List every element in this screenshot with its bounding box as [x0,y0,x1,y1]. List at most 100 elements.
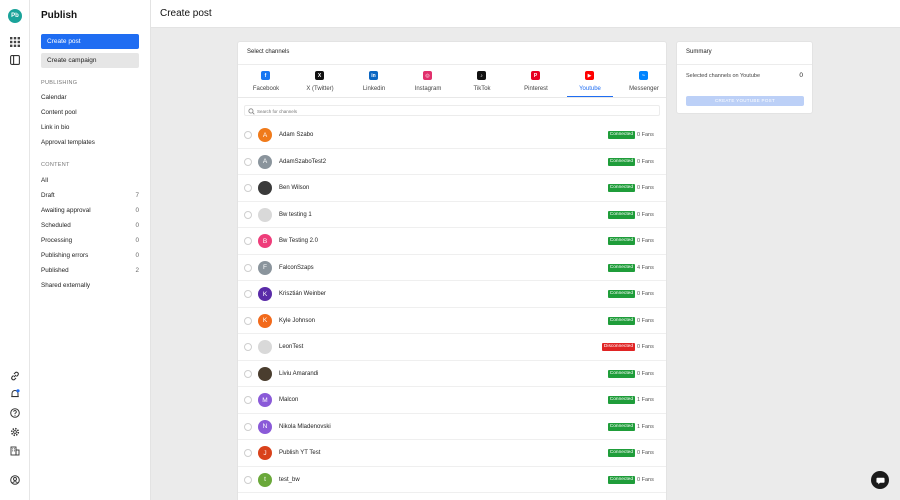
avatar: A [258,128,272,142]
building-icon[interactable] [9,445,21,457]
channel-name: Liviu Amarandi [279,370,319,377]
create-post-button[interactable]: Create post [41,34,139,49]
panel-icon[interactable] [9,54,21,66]
status-badge: Connected [607,237,635,245]
create-campaign-button[interactable]: Create campaign [41,53,139,68]
channel-row[interactable]: t test_bw Connected 0 Fans [238,467,666,493]
fan-count: 0 Fans [637,158,654,165]
channel-row[interactable]: A AdamSzaboTest2 Connected 0 Fans [238,149,666,175]
link-icon[interactable] [9,370,21,382]
account-icon[interactable] [9,474,21,486]
channel-row[interactable]: Liviu Amarandi Connected 0 Fans [238,361,666,387]
nav-item-publishing-errors[interactable]: Publishing errors 0 [41,252,139,259]
card-divider [238,64,666,65]
tab-messenger[interactable]: ~ Messenger [617,70,666,96]
channel-row[interactable]: LeonTest Disconnected 0 Fans [238,334,666,361]
channel-radio[interactable] [244,316,252,325]
avatar [258,181,272,195]
channel-row[interactable]: N Nikola Mladenovski Connected 1 Fans [238,414,666,440]
channel-radio[interactable] [244,396,252,404]
channel-name: Bw Testing 2.0 [279,238,318,244]
avatar [258,340,272,354]
channel-row[interactable]: Bw testing 1 Connected 0 Fans [238,202,666,228]
nav-item-awaiting-approval[interactable]: Awaiting approval 0 [41,207,139,214]
channel-row[interactable]: A Adam Szabo Connected 0 Fans [238,122,666,149]
fan-count: 1 Fans [637,397,654,403]
search-icon [248,107,255,115]
status-badge: Connected [607,210,635,219]
channel-name: Kyle Johnson [279,317,316,324]
channel-row[interactable]: M Malcon Connected 1 Fans [238,387,666,414]
notification-dot [16,389,20,393]
fan-count: 0 Fans [637,185,654,191]
avatar: B [258,234,272,248]
tab-facebook[interactable]: f Facebook [239,70,293,96]
channel-row[interactable]: B Bw Testing 2.0 Connected 0 Fans [238,228,666,255]
select-channels-title: Select channels [247,49,290,55]
bell-icon[interactable] [9,388,21,400]
channel-radio[interactable] [244,131,252,139]
gear-icon[interactable] [9,426,21,438]
channel-radio[interactable] [244,237,252,245]
channel-radio[interactable] [244,210,252,219]
avatar: M [258,393,272,407]
channel-radio[interactable] [244,157,252,166]
nav-item-link-in-bio[interactable]: Link in bio [41,124,139,131]
channel-row[interactable]: K Krisztián Weinber Connected 0 Fans [238,281,666,308]
channel-radio[interactable] [244,263,252,272]
nav-item-draft[interactable]: Draft 7 [41,192,139,199]
selected-channels-label: Selected channels on Youtube [686,73,761,79]
channel-name: Malcon [279,397,299,403]
avatar: F [258,260,272,275]
channel-row[interactable]: Ben Wilson Connected 0 Fans [238,175,666,202]
status-badge: Connected [607,157,635,166]
channel-list: A Adam Szabo Connected 0 Fans A AdamSzaboTest… [238,122,666,493]
search-input[interactable] [257,107,647,115]
channel-name: Bw testing 1 [279,211,312,218]
channel-row[interactable]: J Publish YT Test Connected 0 Fans [238,440,666,467]
nav-item-shared-externally[interactable]: Shared externally [41,282,139,289]
channel-row[interactable]: K Kyle Johnson Connected 0 Fans [238,308,666,334]
channel-radio[interactable] [244,290,252,298]
create-youtube-post-button[interactable]: CREATE YOUTUBE POST [686,96,804,106]
nav-item-published[interactable]: Published 2 [41,267,139,274]
tab-label: Instagram [414,86,442,92]
tab-label: Messenger [629,86,659,92]
status-badge: Connected [607,131,635,139]
nav-item-content-pool[interactable]: Content pool [41,109,139,116]
channel-name: AdamSzaboTest2 [279,158,327,165]
channel-radio[interactable] [244,449,252,457]
channel-radio[interactable] [244,369,252,378]
avatar: A [258,154,272,169]
nav-item-scheduled[interactable]: Scheduled 0 [41,222,139,229]
channel-radio[interactable] [244,475,252,484]
status-badge: Connected [607,316,635,325]
app-title: Publish [41,10,78,21]
status-badge: Disconnected [601,343,635,351]
channel-radio[interactable] [244,422,252,431]
select-channels-card: Select channels f Facebook X X (Twitter) in L… [237,41,667,500]
nav-item-approval-templates[interactable]: Approval templates [41,139,139,146]
channel-radio[interactable] [244,343,252,351]
tab-youtube[interactable]: ▶ Youtube [563,70,617,97]
messenger-icon: ~ [639,71,648,80]
tab-tiktok[interactable]: ♪ TikTok [455,70,509,96]
publish-logo[interactable]: Pb [8,9,22,23]
grid-icon[interactable] [9,36,21,48]
nav-item-processing[interactable]: Processing 0 [41,237,139,244]
channel-row[interactable]: F FalconSzaps Connected 4 Fans [238,255,666,281]
help-icon[interactable] [9,407,21,419]
awaiting-approval-count: 0 [135,207,139,214]
chat-button[interactable] [871,471,889,489]
avatar [258,207,272,222]
channel-search[interactable] [244,105,660,116]
tab-linkedin[interactable]: in Linkedin [347,70,401,96]
tab-x-twitter[interactable]: X X (Twitter) [293,70,347,96]
nav-item-all[interactable]: All [41,177,139,184]
tab-pinterest[interactable]: P Pinterest [509,70,563,96]
status-badge: Connected [607,369,635,378]
tab-instagram[interactable]: ◎ Instagram [401,70,455,96]
channel-radio[interactable] [244,184,252,192]
nav-item-calendar[interactable]: Calendar [41,94,139,101]
fan-count: 0 Fans [637,132,654,138]
